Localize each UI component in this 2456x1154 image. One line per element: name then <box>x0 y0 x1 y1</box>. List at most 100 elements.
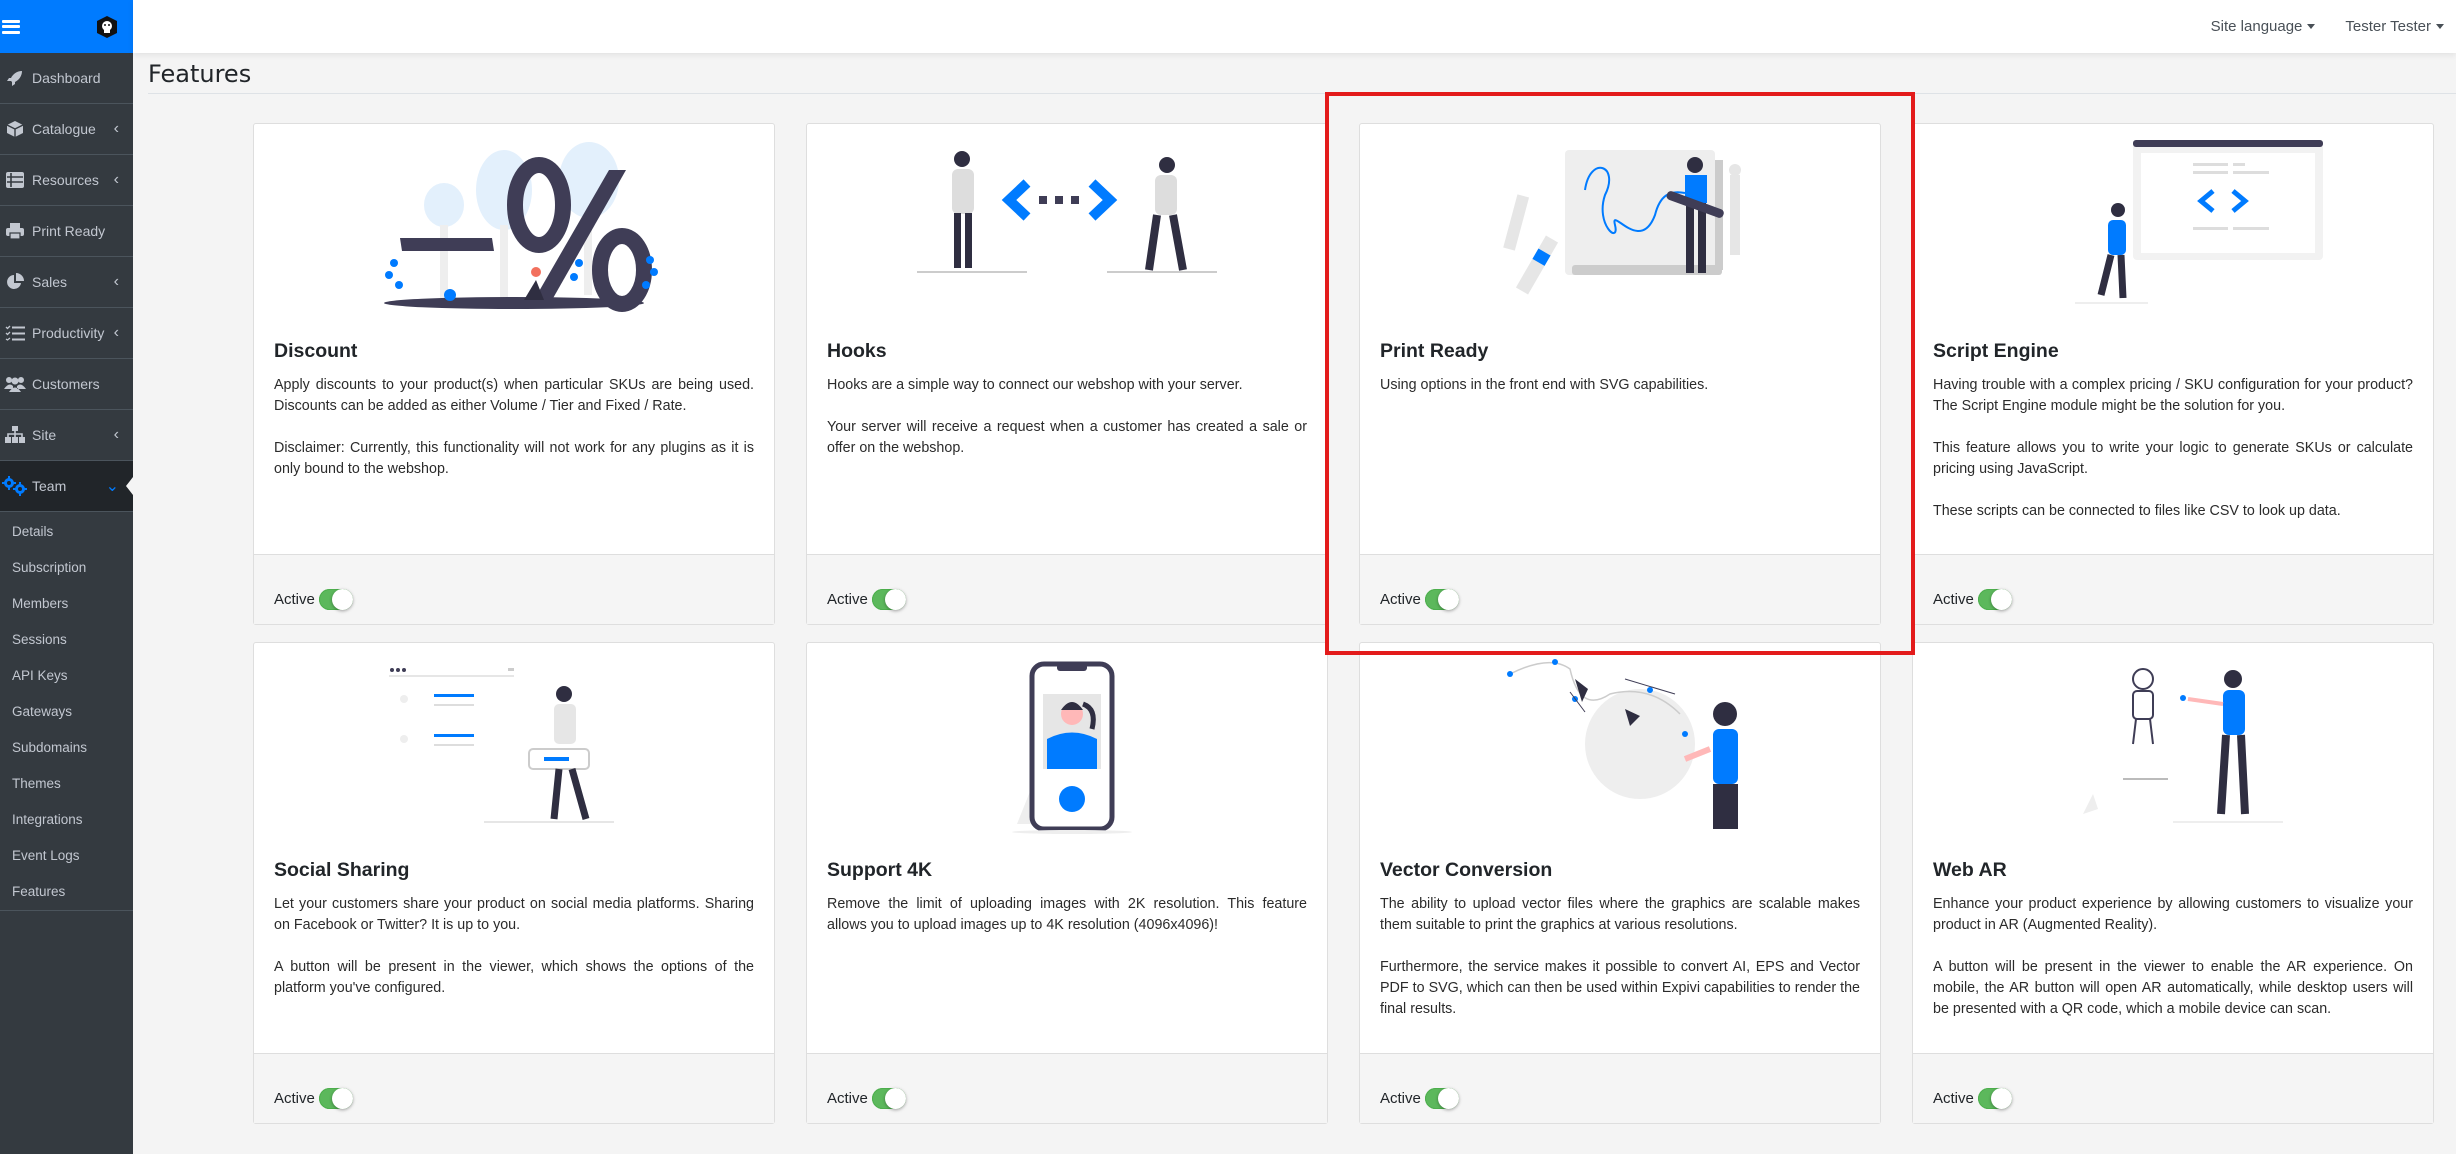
web-ar-illustration <box>1913 643 2433 843</box>
card-description: Hooks are a simple way to connect our we… <box>827 375 1307 459</box>
card-body: Print Ready Using options in the front en… <box>1360 324 1880 554</box>
chevron-left-icon: ‹ <box>113 171 119 188</box>
card-description: The ability to upload vector files where… <box>1380 894 1860 1020</box>
hooks-illustration <box>807 124 1327 324</box>
card-description: Having trouble with a complex pricing / … <box>1933 375 2413 522</box>
card-paragraph: A button will be present in the viewer, … <box>274 959 754 996</box>
toggle-knob <box>1990 589 2012 610</box>
card-footer: Active <box>807 1053 1327 1123</box>
site-language-dropdown[interactable]: Site language <box>2211 18 2316 35</box>
active-toggle[interactable] <box>318 1088 353 1109</box>
sidebar: Dashboard Catalogue ‹ Resources ‹ Print Ready… <box>0 0 133 1154</box>
card-description: Using options in the front end with SVG … <box>1380 375 1860 396</box>
sidebar-subitem-themes[interactable]: Themes <box>0 766 133 802</box>
sidebar-item-label: Site <box>32 427 57 443</box>
sidebar-subitem-features[interactable]: Features <box>0 874 133 910</box>
sidebar-item-catalogue[interactable]: Catalogue ‹ <box>0 104 133 155</box>
list-icon <box>2 172 28 188</box>
card-title: Print Ready <box>1380 340 1489 362</box>
card-footer: Active <box>1913 554 2433 624</box>
caret-down-icon <box>2307 24 2316 29</box>
lion-logo-icon[interactable] <box>95 15 119 39</box>
card-footer: Active <box>807 554 1327 624</box>
page-title: Features <box>148 60 252 88</box>
user-menu-dropdown[interactable]: Tester Tester <box>2345 18 2444 35</box>
hamburger-menu-icon[interactable] <box>2 19 20 34</box>
active-toggle[interactable] <box>1977 1088 2012 1109</box>
sidebar-item-productivity[interactable]: Productivity ‹ <box>0 308 133 359</box>
sidebar-subitem-members[interactable]: Members <box>0 586 133 622</box>
card-paragraph: Disclaimer: Currently, this functionalit… <box>274 440 754 477</box>
sidebar-item-label: Productivity <box>32 325 105 341</box>
sidebar-item-print-ready[interactable]: Print Ready <box>0 206 133 257</box>
sidebar-item-dashboard[interactable]: Dashboard <box>0 53 133 104</box>
sidebar-subitem-api-keys[interactable]: API Keys <box>0 658 133 694</box>
social-sharing-illustration <box>254 643 774 843</box>
features-grid: Discount Apply discounts to your product(… <box>253 123 2434 1124</box>
card-description: Apply discounts to your product(s) when … <box>274 375 754 480</box>
card-paragraph: Hooks are a simple way to connect our we… <box>827 377 1243 393</box>
site-language-label: Site language <box>2210 18 2303 35</box>
sidebar-item-customers[interactable]: Customers <box>0 359 133 410</box>
card-body: Script Engine Having trouble with a compl… <box>1913 324 2433 554</box>
card-body: Vector Conversion The ability to upload v… <box>1360 843 1880 1053</box>
sidebar-subitem-details[interactable]: Details <box>0 514 133 550</box>
sidebar-item-label: Resources <box>32 172 99 188</box>
card-title: Discount <box>274 340 358 362</box>
toggle-knob <box>884 1088 906 1109</box>
active-toggle[interactable] <box>318 589 353 610</box>
card-description: Let your customers share your product on… <box>274 894 754 999</box>
card-footer: Active <box>254 554 774 624</box>
active-toggle[interactable] <box>871 589 906 610</box>
printer-icon <box>2 222 28 240</box>
sidebar-subitem-gateways[interactable]: Gateways <box>0 694 133 730</box>
feature-card-script-engine: Script Engine Having trouble with a compl… <box>1912 123 2434 625</box>
users-icon <box>2 376 28 392</box>
active-label: Active <box>1380 591 1421 608</box>
active-toggle[interactable] <box>1977 589 2012 610</box>
active-toggle[interactable] <box>1424 589 1459 610</box>
card-footer: Active <box>1913 1053 2433 1123</box>
card-paragraph: Having trouble with a complex pricing / … <box>1933 377 2413 414</box>
card-title: Support 4K <box>827 859 933 881</box>
toggle-knob <box>331 589 353 610</box>
toggle-knob <box>884 589 906 610</box>
tasks-icon <box>2 325 28 341</box>
feature-card-support-4k: Support 4K Remove the limit of uploading … <box>806 642 1328 1124</box>
card-paragraph: Let your customers share your product on… <box>274 896 754 933</box>
active-label: Active <box>827 1090 868 1107</box>
sidebar-item-label: Dashboard <box>32 70 101 86</box>
vector-conversion-illustration <box>1360 643 1880 843</box>
toggle-knob <box>1437 1088 1459 1109</box>
toggle-knob <box>1990 1088 2012 1109</box>
print-ready-illustration <box>1360 124 1880 324</box>
box-icon <box>2 120 28 138</box>
sitemap-icon <box>2 426 28 444</box>
card-body: Support 4K Remove the limit of uploading … <box>807 843 1327 1053</box>
sidebar-subitem-subdomains[interactable]: Subdomains <box>0 730 133 766</box>
pie-chart-icon <box>2 273 28 291</box>
active-toggle[interactable] <box>871 1088 906 1109</box>
sidebar-subitem-event-logs[interactable]: Event Logs <box>0 838 133 874</box>
card-description: Enhance your product experience by allow… <box>1933 894 2413 1020</box>
sidebar-item-team[interactable]: Team ⌄ <box>0 461 133 512</box>
chevron-down-icon: ⌄ <box>105 478 119 495</box>
toggle-knob <box>331 1088 353 1109</box>
feature-card-discount: Discount Apply discounts to your product(… <box>253 123 775 625</box>
team-submenu: Details Subscription Members Sessions API Ke… <box>0 512 133 911</box>
card-body: Web AR Enhance your product experience by… <box>1913 843 2433 1053</box>
active-toggle[interactable] <box>1424 1088 1459 1109</box>
sidebar-item-sales[interactable]: Sales ‹ <box>0 257 133 308</box>
card-paragraph: Remove the limit of uploading images wit… <box>827 896 1307 933</box>
sidebar-nav: Dashboard Catalogue ‹ Resources ‹ Print Ready… <box>0 53 133 911</box>
sidebar-subitem-subscription[interactable]: Subscription <box>0 550 133 586</box>
card-body: Discount Apply discounts to your product(… <box>254 324 774 554</box>
sidebar-item-site[interactable]: Site ‹ <box>0 410 133 461</box>
card-footer: Active <box>1360 1053 1880 1123</box>
card-footer: Active <box>254 1053 774 1123</box>
card-title: Social Sharing <box>274 859 410 881</box>
sidebar-subitem-integrations[interactable]: Integrations <box>0 802 133 838</box>
sidebar-subitem-sessions[interactable]: Sessions <box>0 622 133 658</box>
sidebar-item-resources[interactable]: Resources ‹ <box>0 155 133 206</box>
toggle-knob <box>1437 589 1459 610</box>
